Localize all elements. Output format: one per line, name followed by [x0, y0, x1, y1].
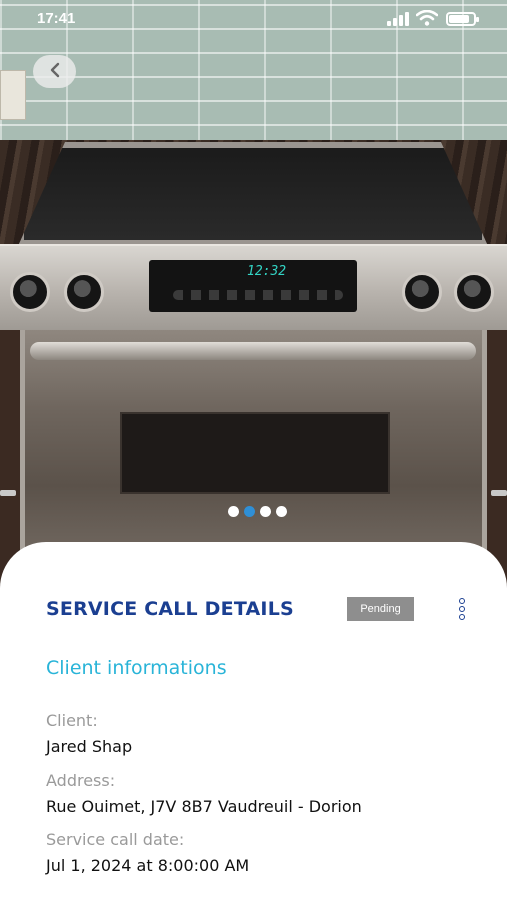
knob [402, 272, 442, 312]
oven-handle [30, 342, 476, 360]
battery-level [449, 15, 469, 23]
client-label: Client: [46, 711, 98, 730]
carousel-dot[interactable] [228, 506, 239, 517]
client-value: Jared Shap [46, 737, 133, 756]
cooktop [18, 142, 488, 246]
status-bar: 17:41 [0, 0, 507, 38]
knob [454, 272, 494, 312]
status-time: 17:41 [37, 10, 76, 27]
more-options-button[interactable] [450, 594, 474, 624]
carousel-pagination[interactable] [228, 506, 287, 518]
cabinet-handle-left [0, 490, 16, 496]
hero-image[interactable]: 12:32 [0, 0, 507, 590]
oven-buttons [173, 290, 343, 300]
wall-outlet [0, 70, 26, 120]
section-title-client-info: Client informations [46, 657, 227, 679]
knob [64, 272, 104, 312]
wifi-icon [415, 9, 439, 26]
oven-display: 12:32 [149, 260, 357, 312]
oven-clock-text: 12:32 [247, 264, 287, 279]
oven-window [120, 412, 390, 494]
chevron-left-icon [49, 62, 61, 82]
status-badge: Pending [347, 597, 414, 621]
carousel-dot[interactable] [276, 506, 287, 517]
battery-icon [446, 12, 479, 26]
carousel-dot[interactable] [260, 506, 271, 517]
back-button[interactable] [33, 55, 76, 88]
date-value: Jul 1, 2024 at 8:00:00 AM [46, 856, 250, 875]
date-label: Service call date: [46, 830, 185, 849]
cabinet-handle-right [491, 490, 507, 496]
carousel-dot[interactable] [244, 506, 255, 517]
cellular-signal-icon [387, 12, 409, 26]
page-title: SERVICE CALL DETAILS [46, 598, 294, 620]
knob [10, 272, 50, 312]
address-value: Rue Ouimet, J7V 8B7 Vaudreuil - Dorion [46, 797, 362, 816]
address-label: Address: [46, 771, 116, 790]
vertical-more-icon [459, 598, 465, 604]
